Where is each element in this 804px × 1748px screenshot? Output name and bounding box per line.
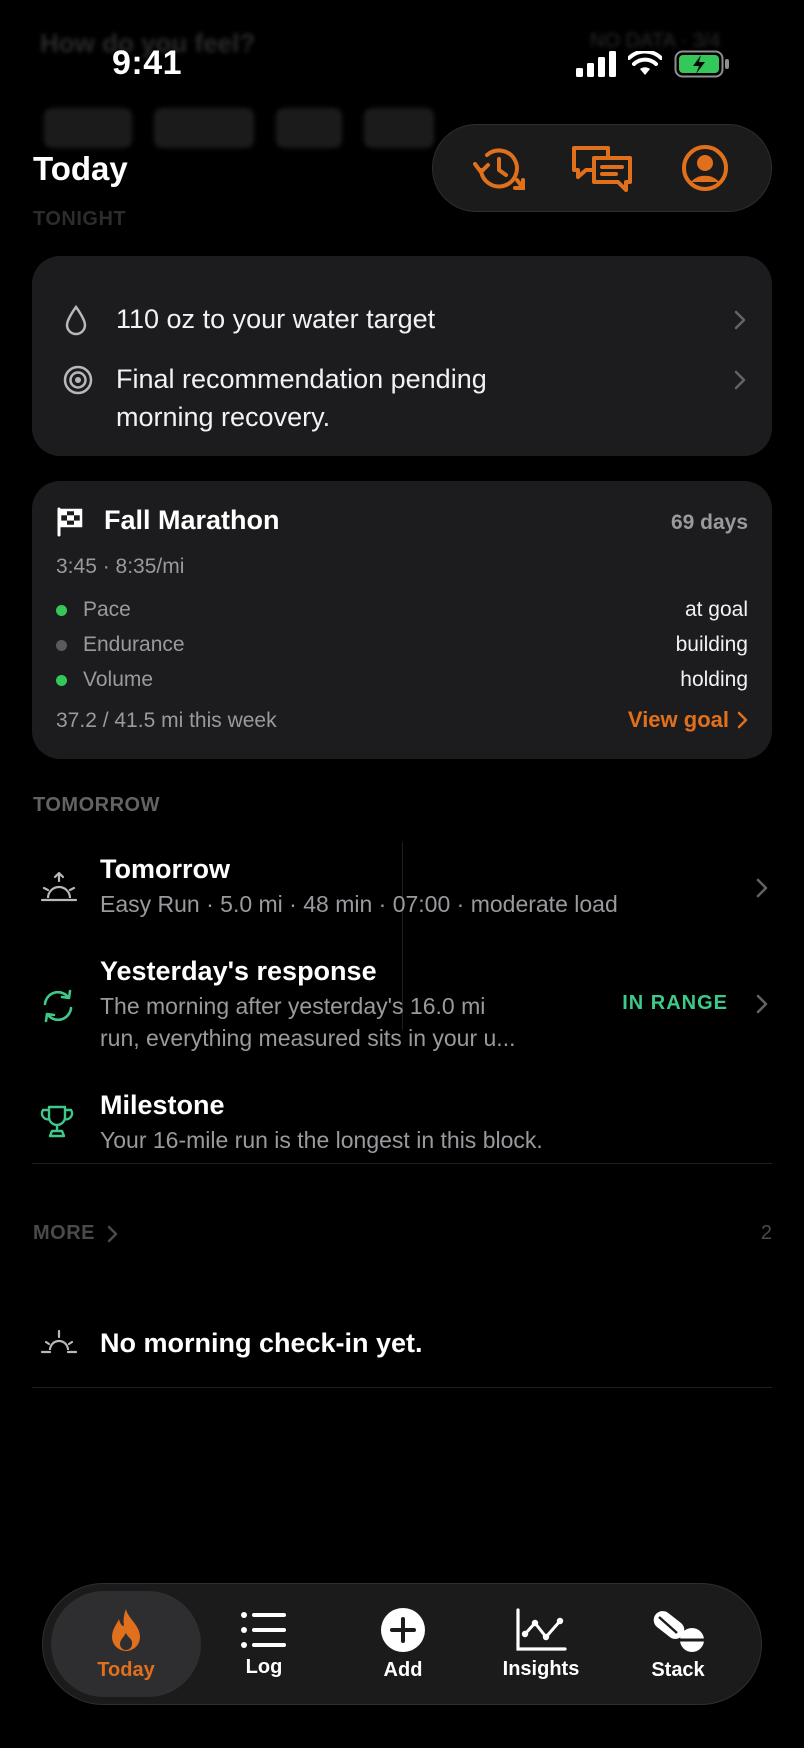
metric-name: Endurance (83, 633, 185, 656)
tab-today[interactable]: Today (51, 1591, 201, 1697)
recommendation-line-2: morning recovery. (116, 402, 331, 432)
feed-subtitle: Easy Run · 5.0 mi · 48 min · 07:00 · mod… (100, 891, 618, 917)
feed-title: Milestone (100, 1090, 225, 1120)
chevron-right-icon (734, 310, 746, 330)
feed-title: Tomorrow (100, 854, 230, 884)
goal-title: Fall Marathon (104, 505, 280, 535)
feed-title: Yesterday's response (100, 956, 377, 986)
tab-stack[interactable]: Stack (603, 1591, 753, 1697)
sunrise-icon (40, 871, 78, 902)
view-goal-link[interactable]: View goal (628, 707, 748, 733)
plus-circle-icon (381, 1607, 425, 1652)
water-target-text: 110 oz to your water target (116, 304, 436, 334)
status-icons (576, 50, 730, 78)
more-count: 2 (760, 1222, 772, 1244)
chevron-right-icon (737, 711, 748, 729)
chevron-right-icon (107, 1225, 118, 1242)
messages-button[interactable] (565, 131, 639, 205)
feed-subtitle-line-2: run, everything measured sits in your u.… (100, 1025, 516, 1051)
tab-label: Stack (651, 1658, 705, 1681)
page-title: Today (33, 150, 128, 187)
metric-name: Pace (83, 598, 131, 621)
chart-icon (516, 1607, 567, 1651)
refresh-icon (43, 989, 73, 1023)
chevron-right-icon (756, 878, 768, 898)
metric-value: building (675, 633, 748, 656)
recommendation-row[interactable]: Final recommendation pending morning rec… (32, 360, 772, 436)
chevron-right-icon (756, 994, 768, 1014)
wifi-icon (628, 51, 662, 75)
recommendation-text: Final recommendation pending morning rec… (116, 360, 487, 436)
tab-label: Add (383, 1658, 423, 1681)
history-button[interactable] (462, 131, 536, 205)
divider (32, 1387, 772, 1388)
user-icon (682, 145, 729, 191)
trophy-icon (40, 1105, 74, 1138)
feed-subtitle: The morning after yesterday's 16.0 mi ru… (100, 990, 515, 1054)
list-icon (241, 1611, 286, 1648)
metric-value: holding (680, 668, 748, 691)
metric-name: Volume (83, 668, 154, 691)
divider (32, 1163, 772, 1164)
profile-button[interactable] (668, 131, 742, 205)
status-badge: IN RANGE (622, 992, 728, 1014)
feed-item-tomorrow[interactable]: Tomorrow Easy Run · 5.0 mi · 48 min · 07… (32, 852, 772, 932)
status-dot (56, 674, 67, 686)
tonight-card: 110 oz to your water target Final recomm… (32, 256, 772, 456)
feed-item-yesterdays-response[interactable]: Yesterday's response The morning after y… (32, 954, 772, 1054)
goal-target-pace: 3:45 · 8:35/mi (56, 555, 185, 578)
view-goal-label: View goal (627, 707, 729, 732)
section-tomorrow-label: TOMORROW (33, 794, 160, 816)
flame-icon (112, 1608, 140, 1651)
morning-checkin-row[interactable]: No morning check-in yet. (32, 1318, 772, 1374)
recommendation-line-1: Final recommendation pending (116, 364, 487, 394)
droplet-icon (65, 304, 87, 336)
tab-label: Today (97, 1658, 155, 1681)
water-target-row[interactable]: 110 oz to your water target (32, 300, 772, 340)
pills-icon (653, 1610, 704, 1652)
tab-insights[interactable]: Insights (466, 1591, 616, 1697)
metric-volume: Volume holding (56, 665, 748, 695)
checkin-text: No morning check-in yet. (100, 1328, 423, 1358)
status-dot (56, 639, 67, 651)
section-tonight-label: TONIGHT (33, 208, 127, 230)
more-section-toggle[interactable]: MORE (33, 1222, 118, 1245)
tab-bar: Today Log Add Insights Stack (42, 1583, 762, 1705)
metric-pace: Pace at goal (56, 595, 748, 625)
tab-log[interactable]: Log (189, 1591, 339, 1697)
history-icon (472, 148, 525, 190)
checkered-flag-icon (57, 507, 83, 537)
sunrise-icon (40, 1329, 78, 1354)
chat-icon (571, 146, 632, 192)
goal-card[interactable]: Fall Marathon 69 days 3:45 · 8:35/mi Pac… (32, 481, 772, 759)
ghost-chips (44, 108, 434, 148)
tab-label: Insights (502, 1657, 580, 1680)
feed-subtitle-line-1: The morning after yesterday's 16.0 mi (100, 993, 486, 1019)
tab-add[interactable]: Add (328, 1591, 478, 1697)
signal-icon (576, 51, 616, 77)
header-actions (432, 124, 772, 212)
metric-value: at goal (684, 598, 748, 621)
status-dot (56, 604, 67, 616)
weekly-mileage: 37.2 / 41.5 mi this week (56, 709, 277, 732)
status-time: 9:41 (112, 44, 183, 82)
more-label: MORE (33, 1222, 95, 1244)
feed-subtitle: Your 16-mile run is the longest in this … (100, 1127, 543, 1153)
feed-item-milestone[interactable]: Milestone Your 16-mile run is the longes… (32, 1088, 772, 1158)
tab-label: Log (245, 1655, 283, 1678)
chevron-right-icon (734, 370, 746, 390)
metric-endurance: Endurance building (56, 630, 748, 660)
target-icon (63, 365, 93, 395)
battery-icon (674, 50, 729, 78)
goal-days-remaining: 69 days (670, 511, 748, 534)
